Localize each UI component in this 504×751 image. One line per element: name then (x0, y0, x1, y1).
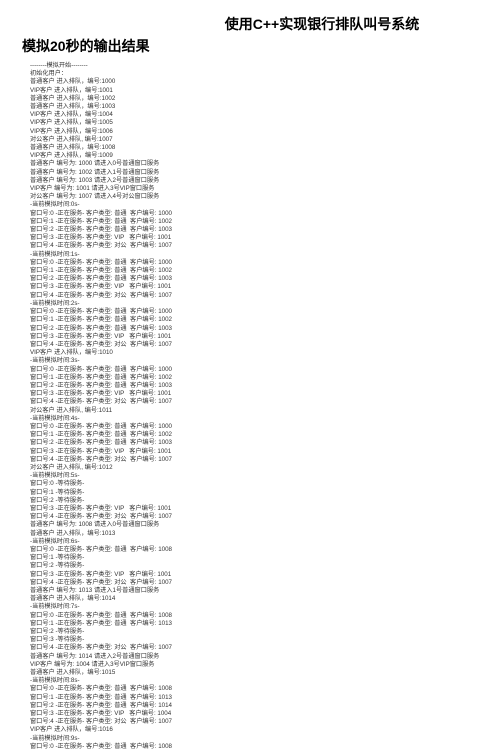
page-title: 使用C++实现银行排队叫号系统 (140, 14, 504, 34)
page-subtitle: 模拟20秒的输出结果 (22, 36, 504, 56)
simulation-log: --------模拟开始-------- 初始化用户： 普通客户 进入排队，编号… (30, 62, 504, 751)
